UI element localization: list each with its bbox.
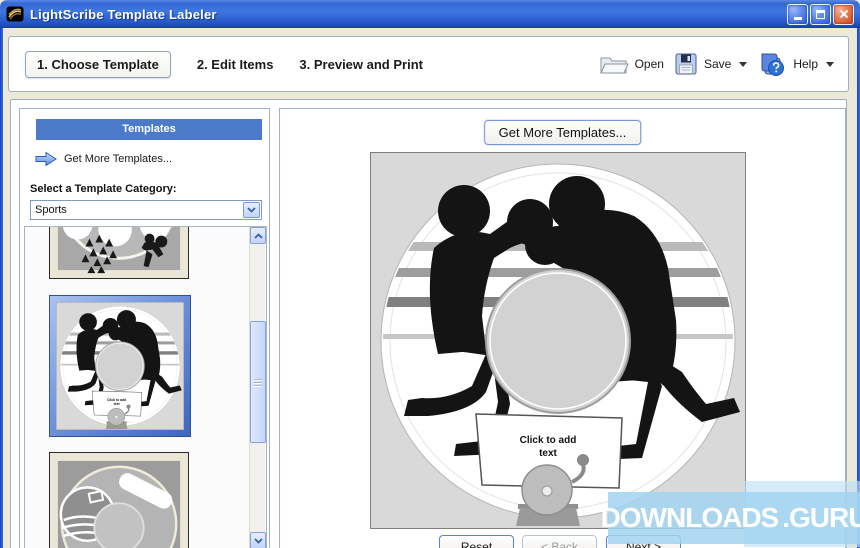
category-label: Select a Template Category:: [30, 183, 177, 195]
close-icon: [839, 9, 848, 19]
floppy-disk-icon: [675, 53, 697, 75]
watermark-text-left: DOWNLOADS: [600, 502, 780, 533]
bowling-template-art: [50, 227, 188, 278]
get-more-templates-button[interactable]: Get More Templates...: [483, 120, 642, 145]
save-button[interactable]: Save: [674, 52, 748, 76]
back-button[interactable]: < Back: [522, 535, 597, 548]
window-title: LightScribe Template Labeler: [30, 6, 217, 22]
title-bar: LightScribe Template Labeler: [0, 0, 860, 28]
save-dropdown-arrow-icon[interactable]: [739, 61, 748, 67]
save-label: Save: [703, 57, 732, 71]
scroll-down-button[interactable]: [250, 532, 266, 548]
scrollbar-thumb[interactable]: [250, 321, 266, 443]
category-dropdown[interactable]: Sports: [30, 200, 262, 220]
minimize-icon: [793, 16, 802, 20]
scrollbar-grip: [254, 378, 262, 380]
get-more-templates-link[interactable]: Get More Templates...: [34, 151, 172, 167]
close-button[interactable]: [833, 3, 854, 25]
help-label: Help: [793, 57, 818, 71]
minimize-button[interactable]: [787, 3, 808, 25]
boxing-template-art: [56, 302, 184, 430]
template-list-scrollbar[interactable]: [249, 227, 266, 548]
template-thumbnail-football[interactable]: [49, 452, 189, 548]
watermark-text-right: .GURU: [782, 502, 860, 533]
window-border-left: [0, 28, 3, 548]
chevron-down-icon: [253, 537, 263, 544]
step-choose-template[interactable]: 1. Choose Template: [25, 50, 171, 78]
lightscribe-logo-icon: [6, 6, 24, 22]
open-button[interactable]: Open: [599, 52, 664, 76]
open-label: Open: [634, 57, 664, 71]
template-thumbnail-list: [24, 226, 267, 548]
boxing-label-preview-art: [370, 152, 746, 529]
toolbar: 1. Choose Template 2. Edit Items 3. Prev…: [8, 36, 849, 92]
football-template-art: [50, 453, 188, 548]
folder-open-icon: [599, 57, 629, 74]
step-preview-and-print[interactable]: 3. Preview and Print: [299, 57, 423, 72]
cd-label-preview[interactable]: [370, 152, 746, 529]
category-value: Sports: [35, 204, 67, 216]
main-group-box: Templates Get More Templates... Select a…: [10, 99, 847, 548]
help-button[interactable]: Help: [757, 51, 834, 77]
templates-panel-header: Templates: [36, 119, 262, 140]
template-thumbnail-boxing-selected[interactable]: [49, 295, 191, 437]
help-dropdown-arrow-icon[interactable]: [826, 61, 834, 67]
template-thumbnail-bowling[interactable]: [49, 227, 189, 279]
step-edit-items[interactable]: 2. Edit Items: [197, 57, 274, 72]
templates-panel: Templates Get More Templates... Select a…: [19, 108, 270, 548]
reset-button[interactable]: Reset: [439, 535, 514, 548]
chevron-down-icon: [247, 207, 256, 213]
help-book-icon: [761, 53, 785, 76]
maximize-button[interactable]: [810, 3, 831, 25]
scroll-up-button[interactable]: [250, 227, 266, 244]
category-dropdown-button[interactable]: [243, 202, 260, 218]
chevron-up-icon: [253, 232, 263, 239]
get-more-templates-label: Get More Templates...: [64, 153, 173, 165]
maximize-icon: [816, 9, 825, 19]
downloads-guru-watermark: DOWNLOADS .GURU: [601, 492, 860, 544]
blue-right-arrow-icon: [35, 151, 57, 167]
